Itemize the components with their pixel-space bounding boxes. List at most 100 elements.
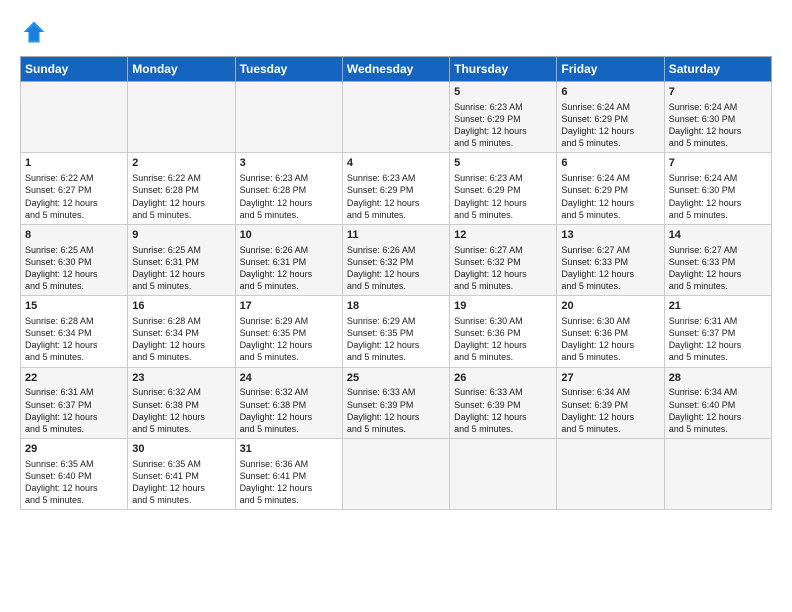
calendar-cell: 31 Sunrise: 6:36 AM Sunset: 6:41 PM Dayligh… [235,439,342,510]
calendar-cell: 22Sunrise: 6:31 AMSunset: 6:37 PMDayligh… [21,367,128,438]
day-number: 25 [347,371,445,386]
calendar-cell: 30Sunrise: 6:35 AMSunset: 6:41 PMDayligh… [128,439,235,510]
sunrise-text: Sunrise: 6:29 AM [240,316,309,326]
calendar-cell [342,439,449,510]
sunset-text: Sunset: 6:41 PM [240,471,307,481]
calendar-cell: 15Sunrise: 6:28 AMSunset: 6:34 PMDayligh… [21,296,128,367]
day-number: 29 [25,442,123,457]
sunset-text: Sunset: 6:41 PM [132,471,199,481]
sunrise-text: Sunrise: 6:23 AM [347,173,416,183]
daylight-text: Daylight: 12 hoursand 5 minutes. [240,483,313,505]
day-number: 22 [25,371,123,386]
page: SundayMondayTuesdayWednesdayThursdayFrid… [0,0,792,612]
day-number: 5 [454,85,552,100]
daylight-text: Daylight: 12 hoursand 5 minutes. [454,126,527,148]
sunset-text: Sunset: 6:30 PM [669,185,736,195]
day-number: 16 [132,299,230,314]
sunset-text: Sunset: 6:33 PM [561,257,628,267]
sunrise-text: Sunrise: 6:35 AM [25,459,94,469]
week-row-5: 29Sunrise: 6:35 AMSunset: 6:40 PMDayligh… [21,439,772,510]
daylight-text: Daylight: 12 hoursand 5 minutes. [347,269,420,291]
day-number: 23 [132,371,230,386]
daylight-text: Daylight: 12 hoursand 5 minutes. [561,412,634,434]
sunrise-text: Sunrise: 6:26 AM [347,245,416,255]
sunrise-text: Sunrise: 6:35 AM [132,459,201,469]
day-number: 31 [240,442,338,457]
sunrise-text: Sunrise: 6:22 AM [25,173,94,183]
sunrise-text: Sunrise: 6:23 AM [240,173,309,183]
sunset-text: Sunset: 6:28 PM [240,185,307,195]
day-number: 10 [240,228,338,243]
daylight-text: Daylight: 12 hoursand 5 minutes. [347,340,420,362]
day-number: 13 [561,228,659,243]
daylight-text: Daylight: 12 hoursand 5 minutes. [669,269,742,291]
calendar-cell: 13Sunrise: 6:27 AMSunset: 6:33 PMDayligh… [557,224,664,295]
daylight-text: Daylight: 12 hoursand 5 minutes. [454,340,527,362]
calendar-cell: 18 Sunrise: 6:29 AM Sunset: 6:35 PM Dayligh… [342,296,449,367]
day-number: 15 [25,299,123,314]
calendar-cell: 26Sunrise: 6:33 AMSunset: 6:39 PMDayligh… [450,367,557,438]
sunset-text: Sunset: 6:29 PM [561,185,628,195]
daylight-text: Daylight: 12 hoursand 5 minutes. [454,198,527,220]
calendar-table: SundayMondayTuesdayWednesdayThursdayFrid… [20,56,772,510]
sunset-text: Sunset: 6:40 PM [669,400,736,410]
sunrise-text: Sunrise: 6:36 AM [240,459,309,469]
calendar-cell [342,82,449,153]
sunrise-text: Sunrise: 6:24 AM [669,173,738,183]
sunset-text: Sunset: 6:29 PM [347,185,414,195]
daylight-text: Daylight: 12 hoursand 5 minutes. [669,198,742,220]
daylight-text: Daylight: 12 hoursand 5 minutes. [347,198,420,220]
day-number: 26 [454,371,552,386]
sunrise-text: Sunrise: 6:28 AM [132,316,201,326]
logo [20,18,52,46]
sunset-text: Sunset: 6:27 PM [25,185,92,195]
calendar-cell: 3Sunrise: 6:23 AMSunset: 6:28 PMDaylight… [235,153,342,224]
daylight-text: Daylight: 12 hoursand 5 minutes. [132,483,205,505]
sunset-text: Sunset: 6:32 PM [454,257,521,267]
daylight-text: Daylight: 12 hoursand 5 minutes. [240,412,313,434]
calendar-cell [235,82,342,153]
sunset-text: Sunset: 6:37 PM [669,328,736,338]
logo-icon [20,18,48,46]
sunset-text: Sunset: 6:29 PM [561,114,628,124]
daylight-text: Daylight: 12 hoursand 5 minutes. [669,126,742,148]
sunset-text: Sunset: 6:34 PM [25,328,92,338]
daylight-text: Daylight: 12 hoursand 5 minutes. [454,412,527,434]
day-number: 7 [669,156,767,171]
sunrise-text: Sunrise: 6:25 AM [25,245,94,255]
sunrise-text: Sunrise: 6:27 AM [454,245,523,255]
daylight-text: Daylight: 12 hoursand 5 minutes. [25,340,98,362]
sunset-text: Sunset: 6:30 PM [669,114,736,124]
sunset-text: Sunset: 6:29 PM [454,185,521,195]
sunrise-text: Sunrise: 6:34 AM [561,387,630,397]
calendar-cell: 14Sunrise: 6:27 AMSunset: 6:33 PMDayligh… [664,224,771,295]
week-row-4: 22Sunrise: 6:31 AMSunset: 6:37 PMDayligh… [21,367,772,438]
calendar-cell: 4 Sunrise: 6:23 AM Sunset: 6:29 PM Daylight… [342,153,449,224]
sunrise-text: Sunrise: 6:30 AM [454,316,523,326]
day-number: 8 [25,228,123,243]
header-cell-sunday: Sunday [21,57,128,82]
sunset-text: Sunset: 6:28 PM [132,185,199,195]
daylight-text: Daylight: 12 hoursand 5 minutes. [454,269,527,291]
day-number: 18 [347,299,445,314]
header [20,18,772,46]
day-number: 6 [561,156,659,171]
calendar-cell: 10Sunrise: 6:26 AMSunset: 6:31 PMDayligh… [235,224,342,295]
day-number: 28 [669,371,767,386]
header-cell-tuesday: Tuesday [235,57,342,82]
sunset-text: Sunset: 6:39 PM [347,400,414,410]
calendar-cell: 27Sunrise: 6:34 AMSunset: 6:39 PMDayligh… [557,367,664,438]
calendar-cell: 5Sunrise: 6:23 AMSunset: 6:29 PMDaylight… [450,153,557,224]
sunset-text: Sunset: 6:35 PM [347,328,414,338]
calendar-cell: 28Sunrise: 6:34 AMSunset: 6:40 PMDayligh… [664,367,771,438]
day-number: 4 [347,156,445,171]
sunrise-text: Sunrise: 6:29 AM [347,316,416,326]
sunset-text: Sunset: 6:39 PM [454,400,521,410]
header-row: SundayMondayTuesdayWednesdayThursdayFrid… [21,57,772,82]
day-number: 7 [669,85,767,100]
sunrise-text: Sunrise: 6:24 AM [561,102,630,112]
daylight-text: Daylight: 12 hoursand 5 minutes. [25,412,98,434]
week-row-3: 15 Sunrise: 6:28 AM Sunset: 6:34 PM Dayligh… [21,296,772,367]
calendar-cell: 1Sunrise: 6:22 AMSunset: 6:27 PMDaylight… [21,153,128,224]
daylight-text: Daylight: 12 hoursand 5 minutes. [669,412,742,434]
